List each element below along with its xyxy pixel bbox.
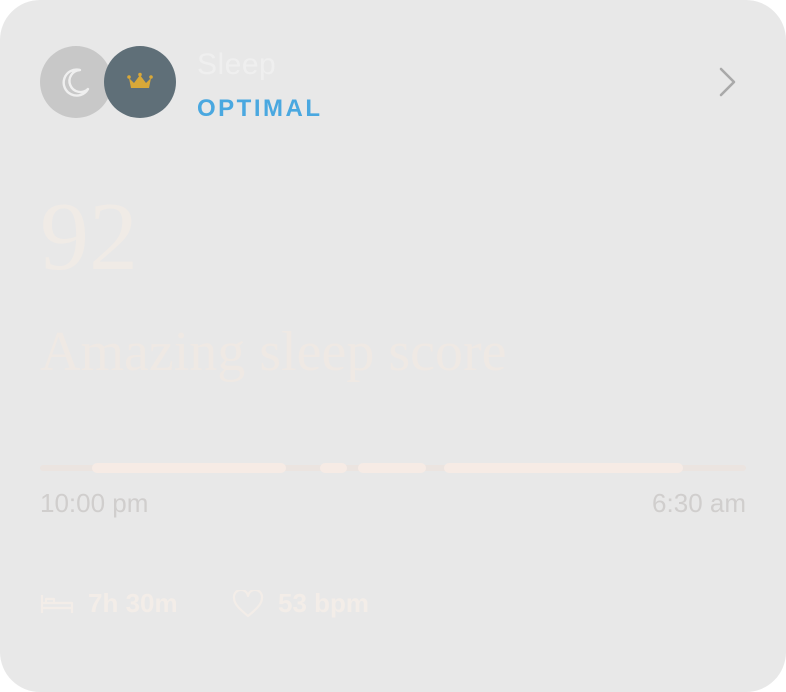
card-title: Sleep	[197, 48, 277, 81]
crown-badge	[104, 46, 176, 118]
sleep-card[interactable]: Sleep OPTIMAL 92 Amazing sleep score 10:…	[0, 0, 786, 692]
sleep-timeline	[40, 463, 746, 473]
chevron-right-icon[interactable]	[714, 66, 742, 98]
wake-time-label: 6:30 am	[652, 488, 746, 518]
heart-rate-stat: 53 bpm	[232, 588, 369, 619]
sleep-score: 92	[40, 183, 138, 291]
sleep-segment	[92, 463, 286, 473]
bed-icon	[40, 594, 74, 613]
heart-icon	[232, 589, 264, 617]
sleep-segment	[358, 463, 426, 473]
sleep-segment	[320, 463, 347, 473]
sleep-segment	[444, 463, 683, 473]
moon-icon	[40, 46, 112, 118]
crown-icon	[127, 72, 153, 88]
duration-value: 7h 30m	[88, 588, 178, 618]
bedtime-label: 10:00 pm	[40, 488, 149, 518]
status-badge: OPTIMAL	[197, 95, 323, 122]
duration-stat: 7h 30m	[40, 588, 178, 619]
score-description: Amazing sleep score	[40, 321, 507, 383]
heart-rate-value: 53 bpm	[278, 588, 370, 618]
